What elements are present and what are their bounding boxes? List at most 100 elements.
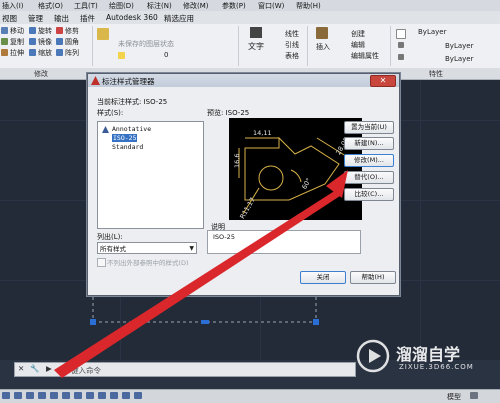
scale-button[interactable]: 缩放 [38, 48, 52, 58]
styles-list[interactable]: Annotative ISO-25 Standard [97, 121, 204, 229]
preview-shape [244, 136, 340, 201]
tpy-icon[interactable] [110, 392, 118, 399]
edit-block-button[interactable]: 编辑 [351, 40, 365, 50]
close-icon[interactable]: ✕ [18, 364, 24, 373]
rotate-button[interactable]: 旋转 [38, 26, 52, 36]
new-button[interactable]: 新建(N)... [344, 137, 394, 150]
model-tab[interactable]: 模型 [447, 392, 461, 402]
layer-current[interactable]: 0 [164, 51, 168, 59]
osnap-icon[interactable] [50, 392, 58, 399]
ribbon-separator [238, 26, 239, 66]
panel-title-modify[interactable]: 修改 [34, 69, 48, 79]
grip-handle[interactable] [313, 319, 319, 325]
annotative-icon [102, 126, 109, 133]
modify-button[interactable]: 修改(M)... [344, 154, 394, 167]
style-item-annotative[interactable]: Annotative [112, 125, 151, 133]
stretch-button[interactable]: 拉伸 [10, 48, 24, 58]
menu-parametric[interactable]: 参数(P) [222, 1, 246, 11]
tab-manage[interactable]: 管理 [28, 13, 43, 24]
menu-draw[interactable]: 绘图(D) [109, 1, 134, 11]
watermark: 溜溜自学 ZIXUE.3D66.COM [354, 337, 500, 385]
tab-plugins[interactable]: 插件 [80, 13, 95, 24]
watermark-url: ZIXUE.3D66.COM [399, 363, 474, 371]
polar-icon[interactable] [38, 392, 46, 399]
tab-view[interactable]: 视图 [2, 13, 17, 24]
sc-icon[interactable] [134, 392, 142, 399]
trim-icon[interactable] [56, 27, 63, 34]
command-input[interactable]: 键入命令 [71, 365, 101, 376]
grid-icon[interactable] [14, 392, 22, 399]
tab-output[interactable]: 输出 [54, 13, 69, 24]
set-current-button[interactable]: 置为当前(U) [344, 121, 394, 134]
linetype-icon [398, 42, 404, 48]
menu-insert[interactable]: 插入(I) [2, 1, 24, 11]
menu-window[interactable]: 窗口(W) [258, 1, 284, 11]
table-button[interactable]: 表格 [285, 51, 299, 61]
style-item-iso25[interactable]: ISO-25 [112, 134, 138, 142]
insert-block-icon[interactable] [316, 27, 328, 39]
scale-icon[interactable] [29, 49, 36, 56]
menu-modify[interactable]: 修改(M) [183, 1, 209, 11]
panel-title-properties[interactable]: 特性 [429, 69, 443, 79]
trim-button[interactable]: 修剪 [65, 26, 79, 36]
ribbon-separator [92, 26, 93, 66]
snap-icon[interactable] [2, 392, 10, 399]
mirror-button[interactable]: 镜像 [38, 37, 52, 47]
wrench-icon[interactable]: 🔧 [30, 364, 39, 373]
current-style-label: 当前标注样式: ISO-25 [97, 98, 168, 106]
menu-tools[interactable]: 工具(T) [74, 1, 98, 11]
edit-attribute-button[interactable]: 编辑属性 [351, 51, 379, 61]
layer-state-dropdown[interactable]: 未保存的图层状态 [118, 39, 174, 49]
leader-button[interactable]: 引线 [285, 40, 299, 50]
move-button[interactable]: 移动 [10, 26, 24, 36]
array-button[interactable]: 阵列 [65, 48, 79, 58]
insert-button[interactable]: 插入 [316, 42, 330, 52]
menu-format[interactable]: 格式(O) [38, 1, 63, 11]
menu-help[interactable]: 帮助(H) [296, 1, 321, 11]
grip-handle[interactable] [90, 319, 96, 325]
tab-autodesk360[interactable]: Autodesk 360 [106, 13, 158, 22]
qp-icon[interactable] [122, 392, 130, 399]
mirror-icon[interactable] [29, 38, 36, 45]
status-bar: 模型 [0, 389, 500, 403]
linetype-dropdown[interactable]: ByLayer [445, 42, 473, 50]
text-button[interactable]: 文字 [248, 41, 264, 52]
ducs-icon[interactable] [74, 392, 82, 399]
close-button[interactable]: ✕ [370, 75, 396, 87]
help-button[interactable]: 帮助(H) [350, 271, 396, 284]
fillet-icon[interactable] [56, 38, 63, 45]
preview-dim-text: 60° [300, 177, 313, 191]
override-button[interactable]: 替代(O)... [344, 171, 394, 184]
linear-button[interactable]: 线性 [285, 29, 299, 39]
exclude-xref-checkbox[interactable] [97, 258, 106, 267]
viewport-icon[interactable] [470, 392, 478, 399]
compare-button[interactable]: 比较(C)... [344, 188, 394, 201]
preview-angle-arc [290, 169, 302, 183]
style-item-standard[interactable]: Standard [112, 143, 143, 151]
color-swatch-icon [396, 29, 406, 39]
lineweight-dropdown[interactable]: ByLayer [445, 55, 473, 63]
copy-icon[interactable] [1, 38, 8, 45]
list-filter-select[interactable]: 所有样式 ▼ [97, 242, 197, 254]
command-prompt-icon: ▶ [46, 364, 52, 373]
rotate-icon[interactable] [29, 27, 36, 34]
tab-featured-apps[interactable]: 精选应用 [164, 13, 194, 24]
grip-handle[interactable] [201, 320, 209, 324]
text-icon[interactable] [250, 27, 262, 38]
layer-properties-icon[interactable] [97, 28, 109, 40]
move-icon[interactable] [1, 27, 8, 34]
fillet-button[interactable]: 圆角 [65, 37, 79, 47]
dyn-icon[interactable] [86, 392, 94, 399]
copy-button[interactable]: 复制 [10, 37, 24, 47]
close-dialog-button[interactable]: 关闭 [300, 271, 346, 284]
ortho-icon[interactable] [26, 392, 34, 399]
dialog-titlebar[interactable]: 标注样式管理器 ✕ [88, 74, 399, 87]
lineweight-icon [398, 54, 404, 60]
array-icon[interactable] [56, 49, 63, 56]
lwt-icon[interactable] [98, 392, 106, 399]
otrack-icon[interactable] [62, 392, 70, 399]
color-dropdown[interactable]: ByLayer [418, 28, 446, 36]
stretch-icon[interactable] [1, 49, 8, 56]
create-block-button[interactable]: 创建 [351, 29, 365, 39]
menu-dimension[interactable]: 标注(N) [147, 1, 172, 11]
